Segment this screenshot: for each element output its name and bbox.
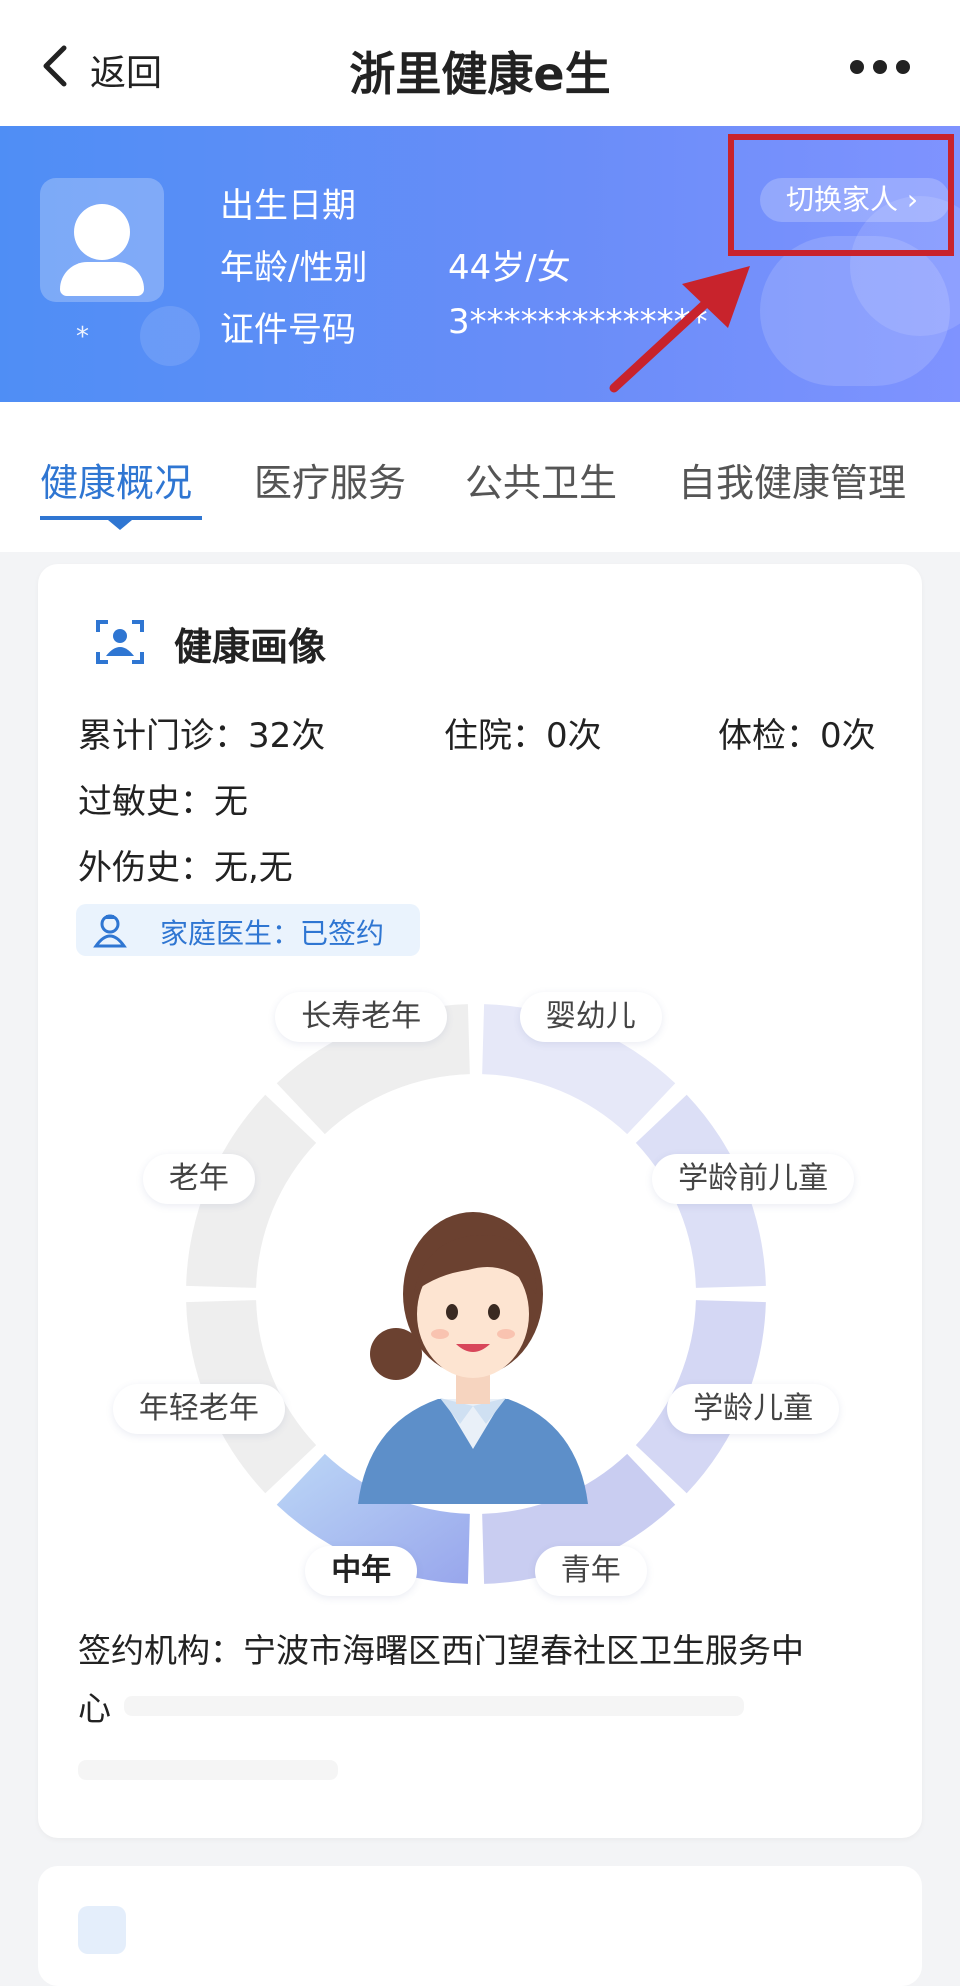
tab-health-overview[interactable]: 健康概况 xyxy=(40,452,192,507)
id-number-label: 证件号码 xyxy=(220,310,356,350)
profile-name: * xyxy=(76,322,95,352)
birth-date-label: 出生日期 xyxy=(220,186,356,226)
life-stage-label[interactable]: 长寿老年 xyxy=(275,991,448,1042)
life-stage-label[interactable]: 老年 xyxy=(142,1154,255,1205)
life-stage-label[interactable]: 学龄前儿童 xyxy=(652,1154,855,1205)
life-stage-label[interactable]: 婴幼儿 xyxy=(519,991,662,1042)
tab-bar: 健康概况 医疗服务 公共卫生 自我健康管理 xyxy=(0,402,960,552)
nav-bar: 返回 浙里健康e生 xyxy=(0,0,960,126)
more-options-icon[interactable] xyxy=(850,60,910,74)
checkup-count: 体检：0次 xyxy=(718,716,876,756)
redacted-text xyxy=(124,1696,744,1716)
avatar[interactable] xyxy=(40,178,164,302)
active-tab-caret xyxy=(108,520,132,530)
next-card xyxy=(38,1866,922,1986)
allergy-history: 过敏史：无 xyxy=(78,782,248,822)
redacted-text xyxy=(78,1760,338,1780)
highlight-box xyxy=(728,134,954,256)
injury-history: 外伤史：无,无 xyxy=(78,848,293,888)
life-stage-label[interactable]: 青年 xyxy=(534,1546,647,1597)
female-avatar-illustration xyxy=(358,1212,588,1504)
life-stage-label[interactable]: 中年 xyxy=(305,1546,418,1597)
tab-medical-services[interactable]: 医疗服务 xyxy=(254,452,406,507)
page-title: 浙里健康e生 xyxy=(349,47,611,101)
outpatient-count: 累计门诊：32次 xyxy=(78,716,326,756)
signing-organization-line1: 签约机构：宁波市海曙区西门望春社区卫生服务中 xyxy=(78,1631,804,1670)
family-doctor-badge[interactable]: 家庭医生：已签约 xyxy=(76,904,420,956)
red-arrow-icon xyxy=(609,266,750,393)
portrait-scan-icon xyxy=(96,620,144,664)
tab-self-health-management[interactable]: 自我健康管理 xyxy=(678,452,906,507)
inpatient-count: 住院：0次 xyxy=(444,716,602,756)
family-doctor-status: 家庭医生：已签约 xyxy=(160,917,385,950)
card-title: 健康画像 xyxy=(174,625,327,669)
age-gender-label: 年龄/性别 xyxy=(220,248,368,288)
bubble-decoration xyxy=(140,306,200,366)
health-profile-card: 健康画像 累计门诊：32次 住院：0次 体检：0次 过敏史：无 外伤史：无,无 … xyxy=(38,564,922,1838)
life-stage-label[interactable]: 年轻老年 xyxy=(112,1383,285,1434)
tab-public-health[interactable]: 公共卫生 xyxy=(465,452,617,507)
life-stage-label[interactable]: 学龄儿童 xyxy=(667,1383,840,1434)
signing-organization: 签约机构：宁波市海曙区西门望春社区卫生服务中 心 xyxy=(78,1622,898,1738)
card-icon xyxy=(78,1906,126,1954)
age-gender-value: 44岁/女 xyxy=(448,248,571,288)
doctor-icon xyxy=(93,914,127,948)
